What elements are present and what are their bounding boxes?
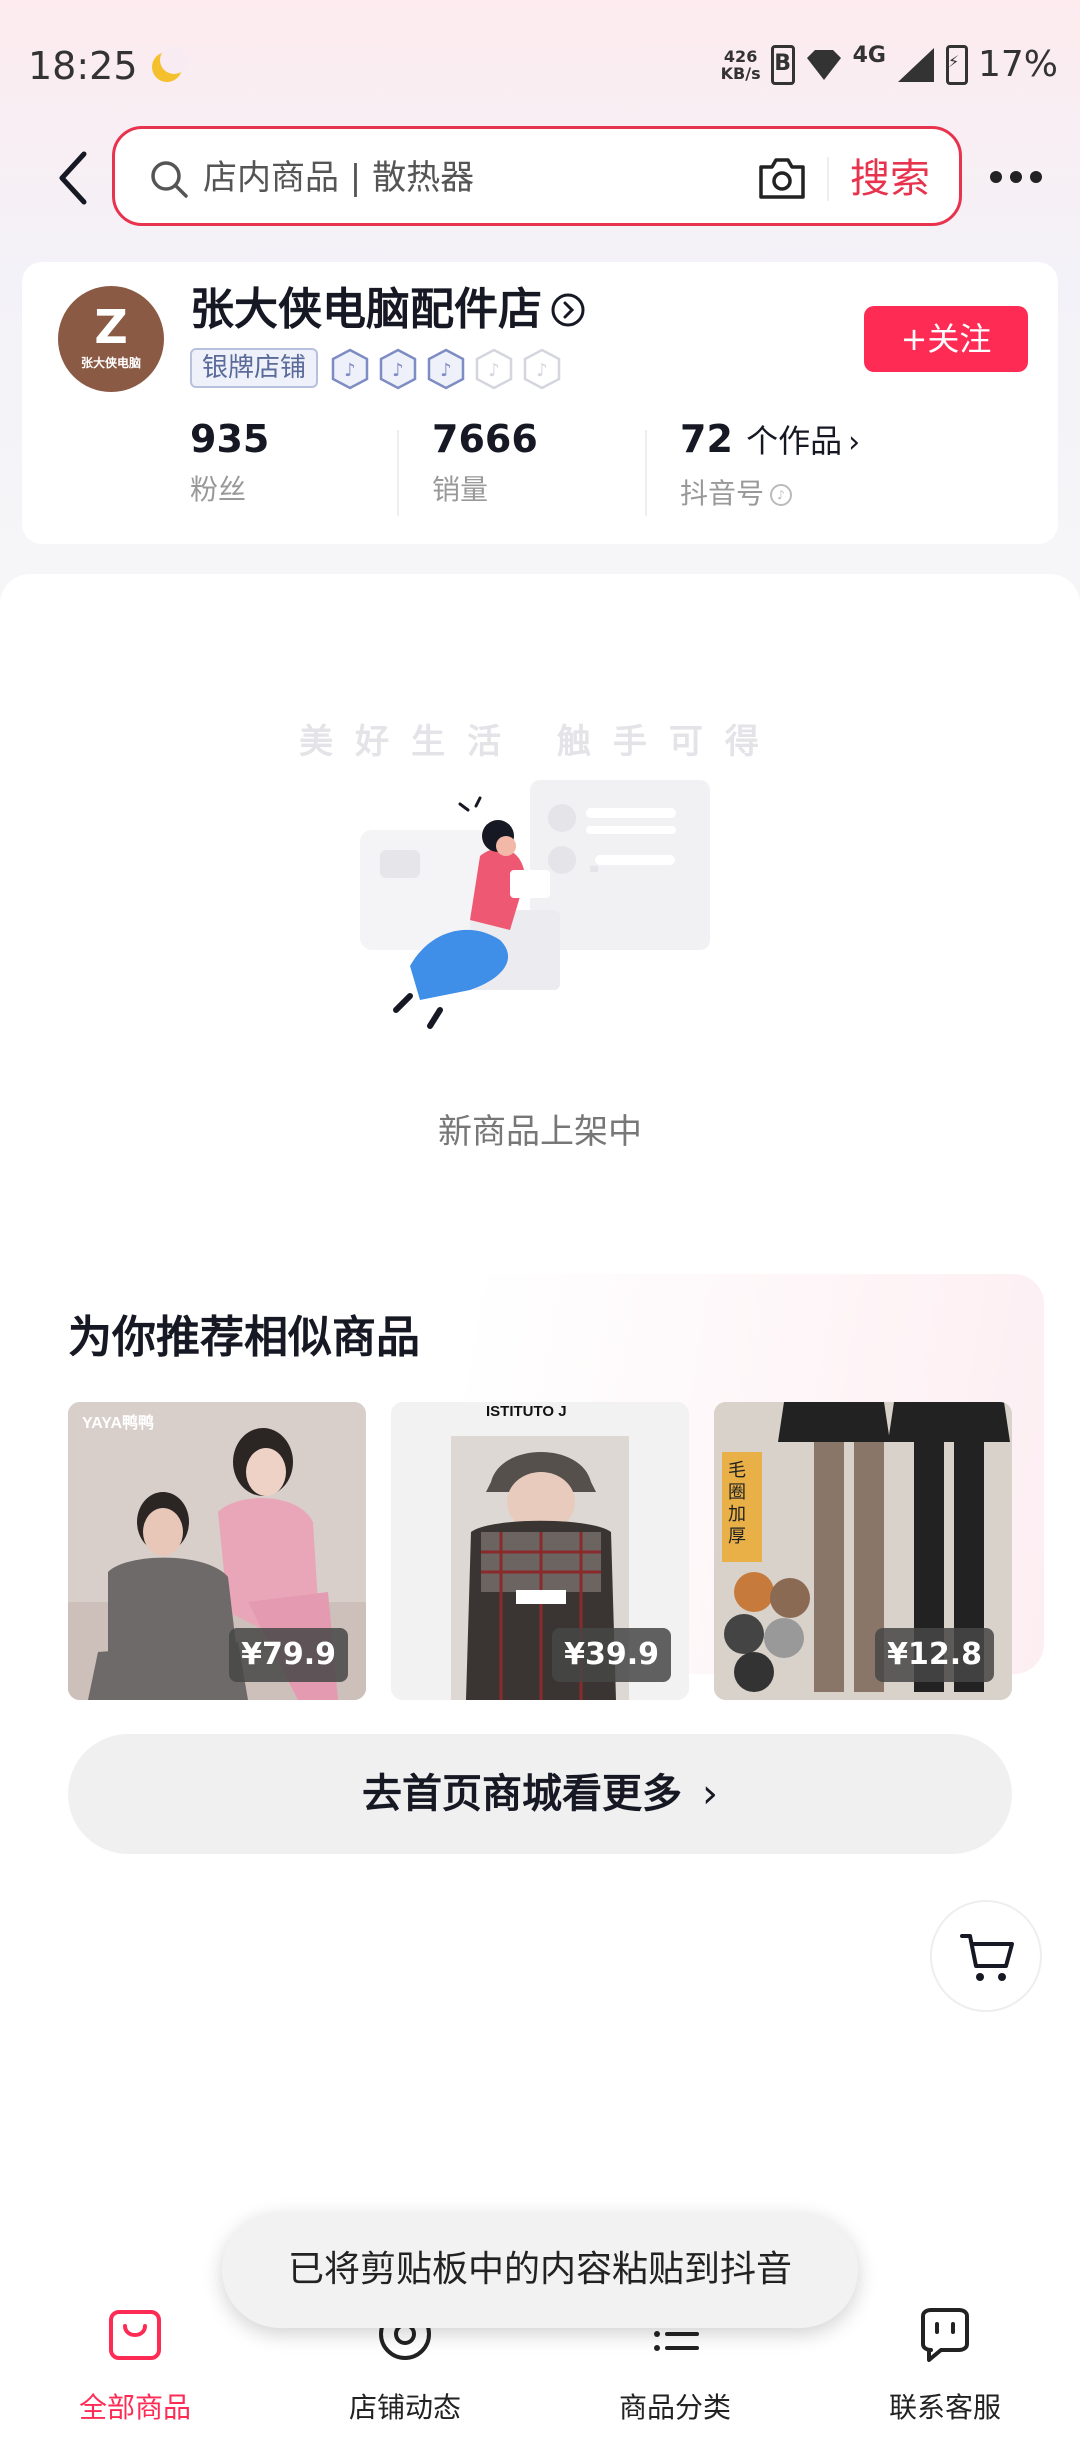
product-card[interactable]: 毛 圈 加 厚 ¥12.8	[714, 1402, 1012, 1700]
stat-divider	[645, 430, 647, 516]
battery-percent: 17%	[977, 44, 1058, 85]
search-icon	[151, 161, 188, 198]
fans-label: 粉丝	[190, 473, 247, 506]
search-divider	[827, 157, 829, 201]
empty-message: 新商品上架中	[438, 1112, 642, 1152]
level-hexagon-icon: ♪	[331, 348, 369, 390]
svg-text:♪: ♪	[440, 360, 452, 381]
shopping-bag-icon	[109, 2310, 161, 2360]
stat-fans[interactable]: 935 粉丝	[190, 412, 269, 512]
douyin-id-row: 抖音号 ♪	[680, 472, 860, 516]
chevron-right-icon: ›	[848, 425, 861, 460]
cart-icon	[960, 1934, 1014, 1981]
svg-text:厚: 厚	[728, 1526, 746, 1547]
product-brand-line: 毛	[728, 1460, 746, 1481]
chevron-right-icon: ›	[702, 1771, 718, 1817]
clipboard-toast: 已将剪贴板中的内容粘贴到抖音	[222, 2212, 858, 2328]
level-hexagon-icon: ♪	[379, 348, 417, 390]
svg-text:加: 加	[728, 1504, 746, 1525]
go-home-mall-label: 去首页商城看更多	[362, 1771, 682, 1817]
level-hexagon-empty-icon: ♪	[523, 348, 561, 390]
net-speed: 426 KB/s	[721, 48, 761, 82]
net-speed-value: 426	[723, 46, 758, 66]
camera-icon[interactable]	[757, 155, 807, 201]
stat-works[interactable]: 72 个作品 › 抖音号 ♪	[680, 412, 860, 516]
wifi-diamond-icon	[806, 49, 841, 80]
network-type: 4G	[852, 43, 886, 68]
status-icons: 426 KB/s B 4G 17%	[721, 43, 1058, 85]
douyin-icon: ♪	[770, 484, 793, 506]
product-card[interactable]: YAYA鸭鸭 ¥79.9	[68, 1402, 366, 1700]
works-count-row: 72 个作品 ›	[680, 412, 860, 470]
nav-label: 店铺动态	[348, 2391, 461, 2424]
stat-divider	[397, 430, 399, 516]
sales-count: 7666	[432, 417, 538, 461]
nav-label: 商品分类	[618, 2391, 731, 2424]
recommend-title: 为你推荐相似商品	[68, 1312, 420, 1363]
level-hexagon-empty-icon: ♪	[475, 348, 513, 390]
search-box[interactable]: 店内商品 | 散热器 搜索	[112, 126, 962, 226]
search-input[interactable]: 店内商品 | 散热器	[203, 153, 474, 203]
product-brand: YAYA鸭鸭	[82, 1413, 154, 1432]
moon-icon	[152, 46, 188, 82]
store-avatar[interactable]: Z 张大侠电脑	[58, 286, 164, 392]
nav-label: 全部商品	[78, 2391, 191, 2424]
follow-button[interactable]: +关注	[864, 306, 1028, 372]
back-icon[interactable]	[50, 148, 98, 208]
data-saver-icon: B	[770, 44, 795, 85]
product-card[interactable]: ISTITUTO J ¥39.9	[391, 1402, 689, 1700]
store-card: Z 张大侠电脑 张大侠电脑配件店 银牌店铺 ♪ ♪ ♪ ♪ ♪ +关注 935 …	[22, 262, 1058, 544]
empty-state-illustration	[360, 780, 710, 1029]
silver-store-badge[interactable]: 银牌店铺	[190, 348, 319, 388]
product-brand: ISTITUTO J	[486, 1403, 567, 1420]
cart-button[interactable]	[930, 1900, 1042, 2012]
net-speed-unit: KB/s	[720, 63, 761, 83]
stat-sales[interactable]: 7666 销量	[432, 412, 538, 512]
store-name[interactable]: 张大侠电脑配件店	[190, 280, 542, 340]
go-home-mall-button[interactable]: 去首页商城看更多 ›	[68, 1734, 1012, 1854]
svg-text:♪: ♪	[392, 360, 404, 381]
status-time: 18:25	[28, 44, 138, 88]
nav-label: 联系客服	[888, 2391, 1001, 2424]
store-info-chevron-icon[interactable]	[550, 292, 586, 328]
svg-text:♪: ♪	[488, 360, 500, 381]
fans-count: 935	[190, 417, 270, 461]
svg-text:♪: ♪	[344, 360, 356, 381]
nav-all-products[interactable]: 全部商品	[0, 2304, 270, 2426]
empty-slogan: 美好生活 触手可得	[299, 722, 781, 762]
sales-label: 销量	[432, 473, 489, 506]
search-button[interactable]: 搜索	[850, 151, 930, 207]
status-bar: 18:25 426 KB/s B 4G 17%	[0, 0, 1080, 130]
main-panel: 美好生活 触手可得 新商品上架中 为你推荐相似商品 YAYA鸭鸭 ¥79.9 I…	[0, 574, 1080, 2460]
chat-icon	[921, 2308, 969, 2362]
douyin-id-label: 抖音号	[680, 477, 765, 510]
works-count: 72	[680, 417, 733, 461]
avatar-letter: Z	[94, 300, 128, 354]
svg-text:♪: ♪	[536, 360, 548, 381]
avatar-text: 张大侠电脑	[80, 356, 141, 370]
svg-text:圈: 圈	[728, 1482, 746, 1503]
battery-icon	[945, 44, 968, 85]
more-options-icon[interactable]	[990, 162, 1048, 192]
works-unit: 个作品	[746, 422, 843, 460]
product-price: ¥79.9	[229, 1628, 348, 1682]
store-level-icons[interactable]: ♪ ♪ ♪ ♪ ♪	[330, 348, 562, 390]
product-price: ¥12.8	[875, 1628, 994, 1682]
signal-icon	[897, 47, 934, 82]
nav-customer-service[interactable]: 联系客服	[810, 2304, 1080, 2426]
level-hexagon-icon: ♪	[427, 348, 465, 390]
product-price: ¥39.9	[552, 1628, 671, 1682]
